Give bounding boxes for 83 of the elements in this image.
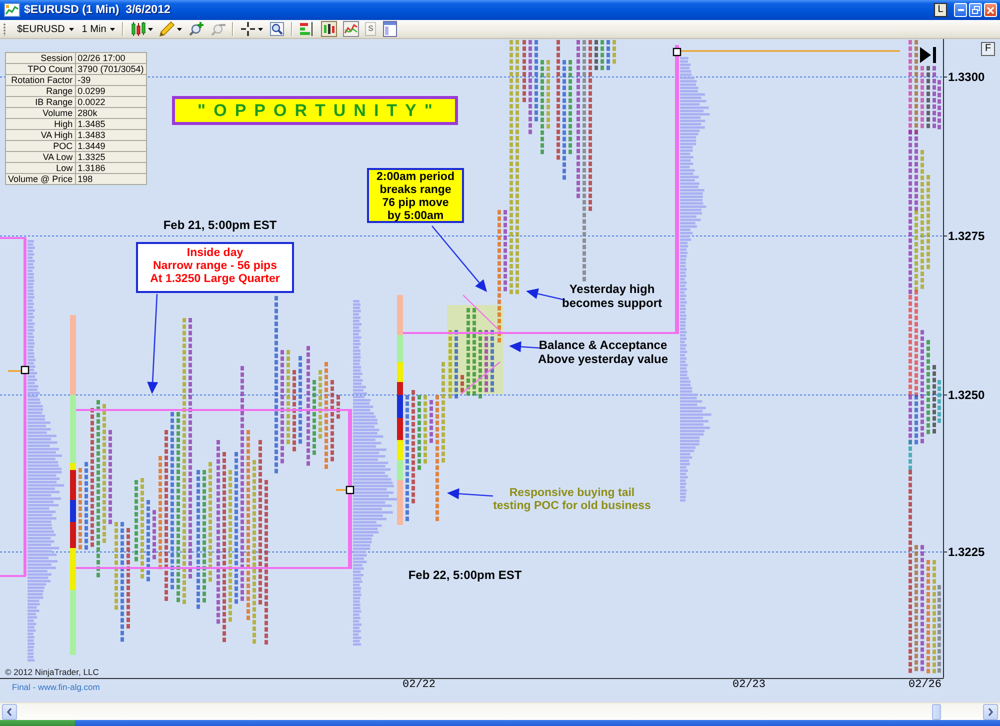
headline-banner: "OPPORTUNITY" [172,96,458,125]
skip-to-end-icon[interactable] [920,47,936,63]
start-button[interactable] [0,720,75,726]
stat-value: 1.3325 [75,152,146,162]
annotation-text: Yesterday high becomes support [560,282,664,310]
stat-value: 1.3449 [75,140,146,152]
stat-label: TPO Count [6,64,76,74]
price-axis-label: 1.3225 [948,545,985,559]
date-label: Feb 21, 5:00pm EST [162,219,278,232]
stat-label: Low [6,162,76,174]
stat-label: VA Low [6,152,76,162]
stat-label: Volume @ Price [6,174,76,184]
stat-value: 1.3485 [75,118,146,130]
scrollbar-thumb[interactable] [932,704,941,720]
minimize-icon [958,9,964,11]
annotation-text: Balance & Acceptance Above yesterday value [536,338,670,366]
magnifier-icon [269,21,286,37]
restore-icon [972,6,980,14]
close-button[interactable] [984,3,997,17]
stat-value: 1.3186 [75,162,146,174]
square-marker-icon [672,48,682,56]
price-level-line [336,489,346,491]
price-level-line [8,370,21,372]
line-chart-icon [343,21,360,37]
date-axis-label: 02/22 [402,679,436,691]
annotation-text: Responsive buying tail testing POC for old business [492,487,652,513]
callout-box: Inside day Narrow range - 56 pips At 1.3250 Large Quarter [136,242,294,293]
crosshair-icon [240,21,256,37]
candlestick-chart-icon [321,21,338,37]
dropdown-button[interactable]: 1 Min [78,20,120,38]
stat-value: 0.0299 [75,86,146,96]
stat-value: 3790 (701/3054) [75,64,146,74]
link-button[interactable]: L [934,3,947,17]
scroll-right-button[interactable] [983,704,998,720]
stat-label: IB Range [6,96,76,108]
scroll-left-icon [7,708,12,716]
window-icon [382,21,398,37]
scroll-right-icon [988,708,993,716]
caret-icon [110,28,116,30]
date-axis-label: 02/23 [732,679,766,691]
window-title: $EURUSD (1 Min) 3/6/2012 [24,4,170,16]
toolbar-grip[interactable] [3,22,6,36]
date-axis-label: 02/26 [908,679,942,691]
trend-line [460,362,500,394]
stat-value: 280k [75,108,146,118]
caret-icon [258,28,264,30]
caret-icon [68,28,74,30]
caret-icon [148,28,154,30]
square-marker-icon [20,366,30,374]
chart-icon [4,3,20,17]
stat-label: Range [6,86,76,96]
stat-value: 0.0022 [75,96,146,108]
stat-label: VA High [6,130,76,140]
stat-value: 198 [75,174,146,184]
zoom-out-icon [210,21,226,37]
stat-label: Volume [6,108,76,118]
dropdown-button[interactable]: $EURUSD [13,20,78,38]
pencil-icon [159,21,176,37]
callout-box: 2:00am period breaks range 76 pip move by 5:00am [367,168,464,223]
candlestick-icon [130,21,146,37]
stat-label: High [6,118,76,130]
price-axis-label: 1.3275 [948,229,985,243]
trend-line [462,294,504,334]
stat-value: 02/26 17:00 [75,52,146,64]
stat-label: POC [6,140,76,152]
stat-label: Rotation Factor [6,74,76,86]
zoom-in-icon [188,21,204,37]
price-axis-label: 1.3250 [948,388,985,402]
stat-label: Session [6,52,76,64]
scroll-left-button[interactable] [2,704,17,720]
close-icon [987,6,994,14]
restore-button[interactable] [969,3,982,17]
stat-value: -39 [75,74,146,86]
chart-footnote: Final - www.fin-alg.com [12,682,100,692]
horizontal-bars-icon [299,21,316,37]
copyright-text: © 2012 NinjaTrader, LLC [5,667,99,677]
price-axis-label: 1.3300 [948,70,985,84]
stat-value: 1.3483 [75,130,146,140]
minimize-button[interactable] [954,3,967,17]
caret-icon [177,28,182,30]
chart-option-button[interactable]: F [981,42,995,56]
square-marker-icon [346,486,354,494]
date-label: Feb 22, 5:00pm EST [407,569,523,582]
